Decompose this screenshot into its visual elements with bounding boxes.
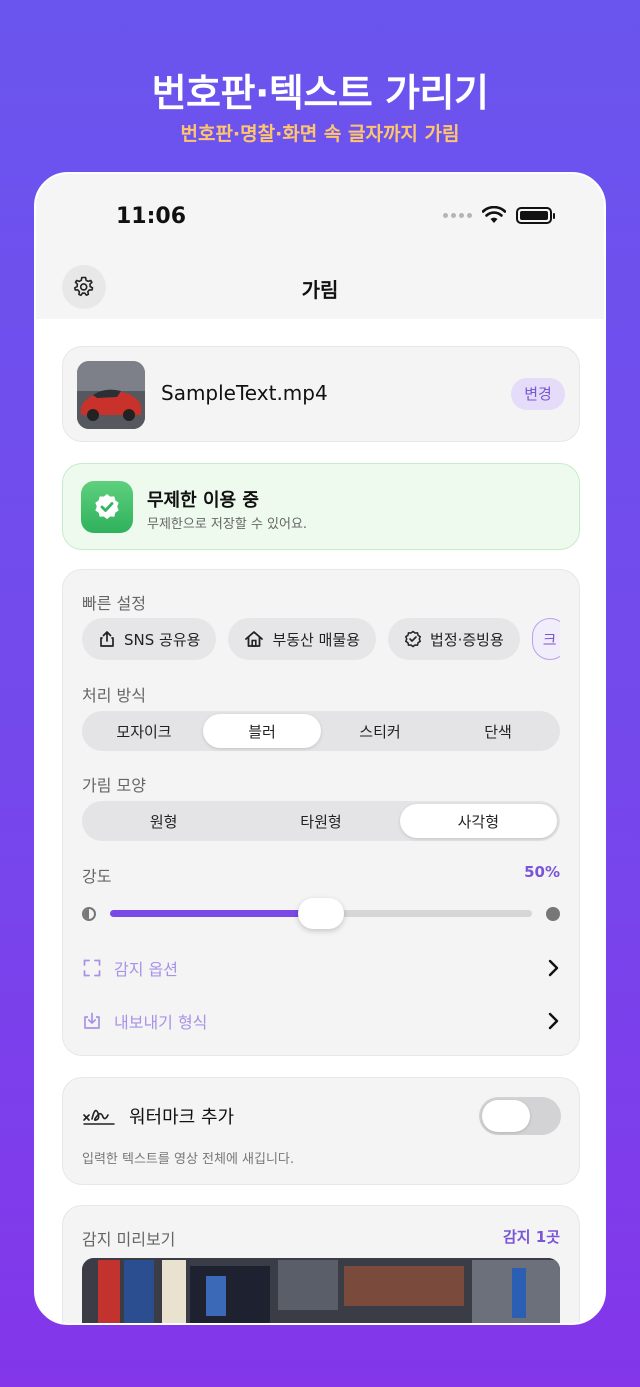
toggle-knob [482,1100,530,1132]
method-option[interactable]: 스티커 [321,714,439,748]
home-icon [245,631,264,647]
watermark-card: 워터마크 추가 입력한 텍스트를 영상 전체에 새깁니다. [62,1077,580,1185]
unlimited-title: 무제한 이용 중 [147,490,259,511]
top-bar: 11:06 가림 [36,174,604,319]
chip-sns[interactable]: SNS 공유용 [82,618,217,660]
shape-option[interactable]: 타원형 [242,804,399,838]
hero-title: 번호판·텍스트 가리기 [151,71,489,115]
detection-preview-card: 감지 미리보기 감지 1곳 [62,1205,580,1323]
video-thumbnail [77,361,145,429]
method-option[interactable]: 단색 [439,714,557,748]
verified-badge-icon [81,481,133,533]
share-icon [100,631,114,647]
preview-label: 감지 미리보기 [82,1230,176,1249]
phone-frame: 11:06 가림 SampleText.mp4 변경 무제한 이용 중 무제한으… [34,172,606,1325]
export-format-label: 내보내기 형식 [114,1013,208,1032]
strength-value: 50% [524,863,560,881]
chevron-right-icon [546,958,560,978]
signature-icon [83,1109,115,1125]
wifi-icon [482,206,506,223]
chip-legal[interactable]: 법정·증빙용 [388,618,520,660]
chip-more[interactable]: 크 [531,618,560,660]
export-icon [82,1011,102,1031]
preview-image [82,1258,560,1323]
status-icons [443,206,555,224]
hero-subtitle: 번호판·명찰·화면 속 글자까지 가림 [180,123,460,145]
shape-segmented-control: 원형 타원형 사각형 [82,801,560,841]
watermark-title: 워터마크 추가 [129,1107,235,1128]
watermark-toggle[interactable] [479,1097,561,1135]
export-format-row[interactable]: 내보내기 형식 [82,1006,560,1036]
chip-real-estate[interactable]: 부동산 매물용 [228,618,377,660]
scan-frame-icon [82,958,102,978]
detect-options-label: 감지 옵션 [114,960,178,979]
page-title: 가림 [301,278,339,302]
method-option-selected[interactable]: 블러 [203,714,321,748]
shape-option-selected[interactable]: 사각형 [399,804,557,838]
method-segmented-control: 모자이크 블러 스티커 단색 [82,711,560,751]
method-label: 처리 방식 [82,686,146,705]
strength-label: 강도 [82,867,112,886]
slider-fill [110,910,321,917]
change-file-button[interactable]: 변경 [511,378,565,410]
method-option[interactable]: 모자이크 [85,714,203,748]
unlimited-subtitle: 무제한으로 저장할 수 있어요. [147,517,308,532]
status-time: 11:06 [116,204,187,229]
slider-thumb[interactable] [298,898,344,929]
shape-option[interactable]: 원형 [85,804,242,838]
chip-legal-label: 법정·증빙용 [430,630,504,649]
chevron-right-icon [546,1011,560,1031]
file-name: SampleText.mp4 [161,381,328,405]
strength-slider[interactable] [82,898,560,929]
contrast-low-icon [82,907,96,921]
file-card: SampleText.mp4 변경 [62,346,580,442]
contrast-high-icon [546,907,560,921]
unlimited-status-card: 무제한 이용 중 무제한으로 저장할 수 있어요. [62,463,580,550]
cellular-signal-icon [443,212,472,218]
chip-real-estate-label: 부동산 매물용 [272,630,361,649]
detect-options-row[interactable]: 감지 옵션 [82,953,560,983]
shape-label: 가림 모양 [82,776,146,795]
chip-more-label: 크 [542,630,557,649]
settings-card: 빠른 설정 SNS 공유용 부동산 매물용 법정·증빙용 크 처리 방식 모자이… [62,569,580,1056]
quick-settings-chips: SNS 공유용 부동산 매물용 법정·증빙용 크 [82,618,560,662]
battery-icon [516,206,555,224]
verified-badge-icon [404,630,422,648]
chip-sns-label: SNS 공유용 [124,630,201,649]
watermark-description: 입력한 텍스트를 영상 전체에 새깁니다. [82,1152,295,1167]
quick-settings-label: 빠른 설정 [82,594,146,613]
detection-count: 감지 1곳 [502,1228,560,1246]
